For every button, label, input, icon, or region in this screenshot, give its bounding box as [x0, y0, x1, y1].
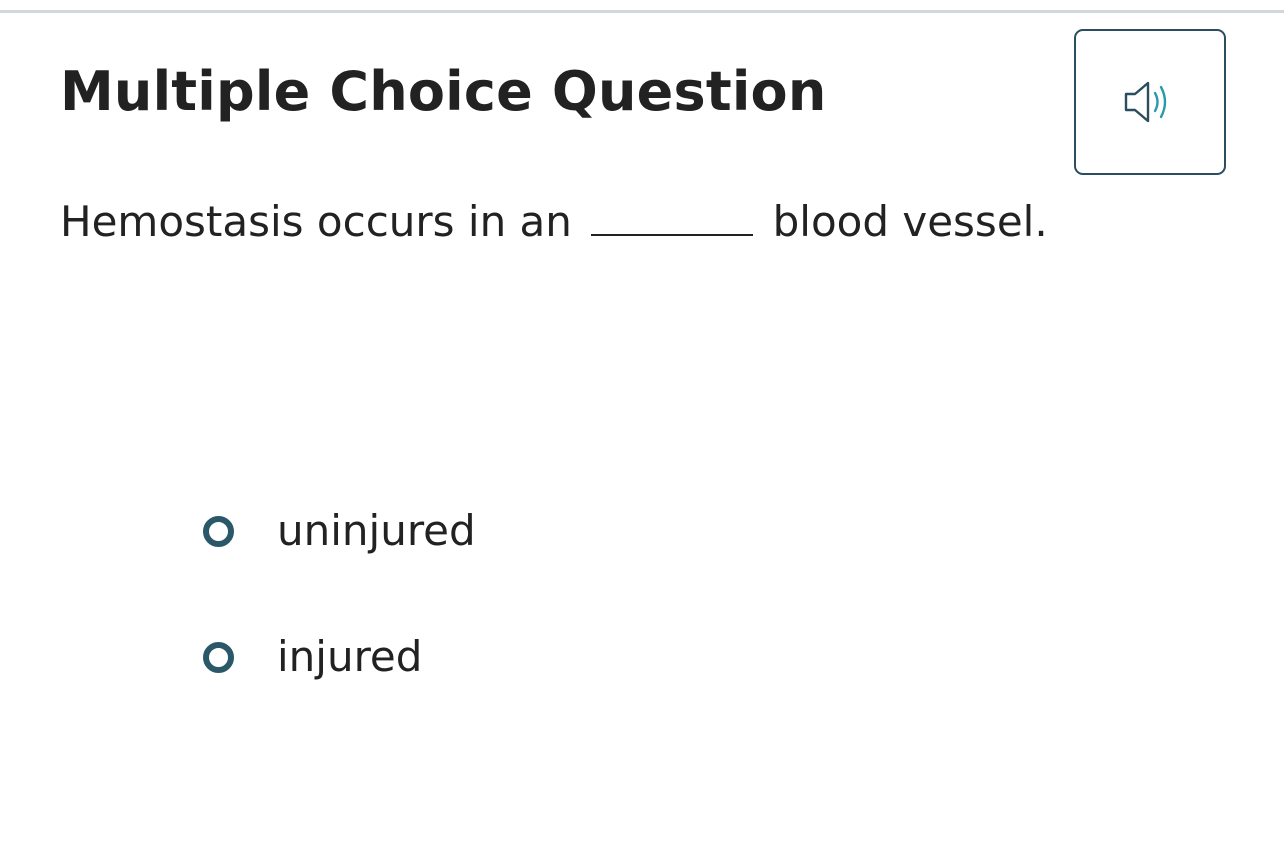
- answer-blank: [591, 206, 754, 236]
- radio-button[interactable]: [203, 515, 234, 547]
- question-text-before: Hemostasis occurs in an: [60, 197, 572, 246]
- option-label: injured: [277, 632, 423, 681]
- question-text-after: blood vessel.: [772, 197, 1048, 246]
- read-aloud-button[interactable]: [1074, 29, 1226, 175]
- option-label: uninjured: [277, 506, 476, 555]
- option-injured[interactable]: injured: [200, 628, 422, 687]
- top-divider: [0, 10, 1284, 13]
- question-text: Hemostasis occurs in an blood vessel.: [60, 196, 1048, 249]
- page-title: Multiple Choice Question: [60, 60, 827, 123]
- speaker-icon: [1124, 81, 1167, 123]
- option-uninjured[interactable]: uninjured: [200, 502, 476, 561]
- radio-button[interactable]: [203, 641, 234, 673]
